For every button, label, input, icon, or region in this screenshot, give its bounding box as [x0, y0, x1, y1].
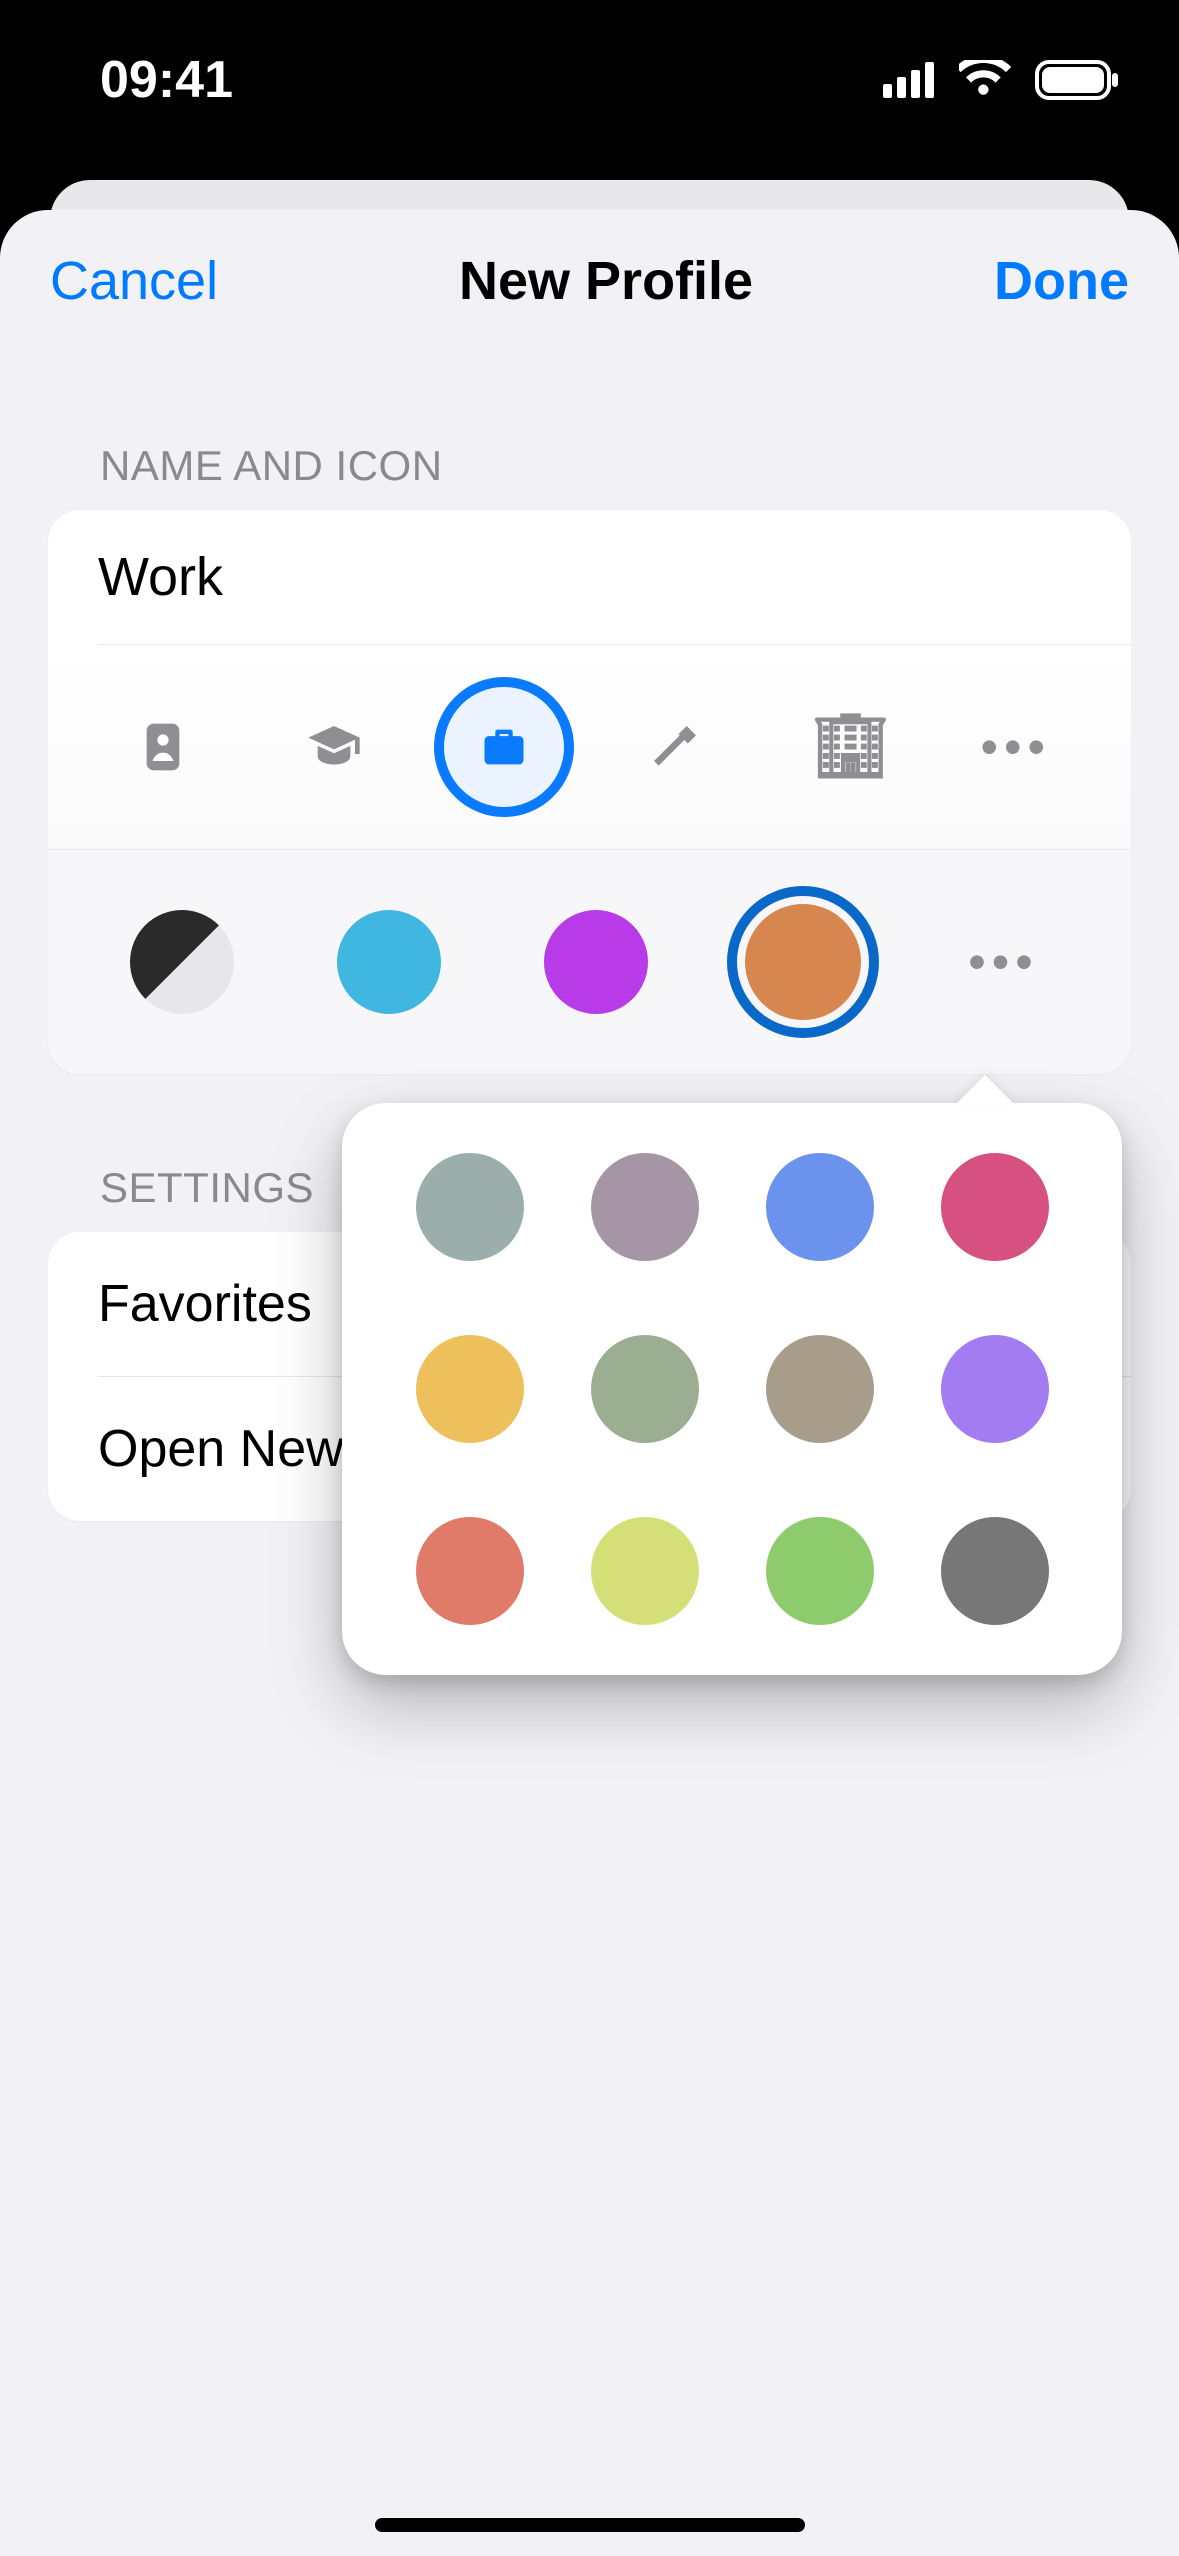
popover-color-9[interactable]: [591, 1517, 699, 1625]
icon-option-badge[interactable]: [93, 677, 233, 817]
popover-color-7[interactable]: [941, 1335, 1049, 1443]
color-option-more[interactable]: •••: [934, 892, 1074, 1032]
page-title: New Profile: [459, 250, 753, 312]
hammer-icon: [647, 719, 703, 775]
ellipsis-icon: •••: [980, 718, 1051, 776]
color-picker-row: •••: [48, 850, 1131, 1074]
home-indicator: [375, 2518, 805, 2532]
popover-color-10[interactable]: [766, 1517, 874, 1625]
color-option-cyan[interactable]: [313, 886, 465, 1038]
icon-option-briefcase[interactable]: [434, 677, 574, 817]
status-bar: 09:41: [0, 0, 1179, 160]
graduation-cap-icon: [306, 719, 362, 775]
popover-color-5[interactable]: [591, 1335, 699, 1443]
nav-bar: Cancel New Profile Done: [0, 210, 1179, 352]
wifi-icon: [959, 60, 1015, 100]
popover-color-8[interactable]: [416, 1517, 524, 1625]
modal-sheet: Cancel New Profile Done NAME AND ICON Wo…: [0, 210, 1179, 2556]
color-swatch: [544, 910, 648, 1014]
battery-icon: [1035, 60, 1119, 100]
icon-option-building[interactable]: 🏢︎: [775, 677, 915, 817]
cellular-icon: [883, 62, 939, 98]
color-option-purple[interactable]: [520, 886, 672, 1038]
color-popover: [342, 1103, 1122, 1675]
name-icon-card: Work 🏢︎ •••: [48, 510, 1131, 1074]
section-header-name-icon: NAME AND ICON: [0, 352, 1179, 510]
popover-color-2[interactable]: [766, 1153, 874, 1261]
cancel-button[interactable]: Cancel: [50, 250, 218, 312]
popover-color-0[interactable]: [416, 1153, 524, 1261]
icon-option-graduation[interactable]: [264, 677, 404, 817]
popover-color-6[interactable]: [766, 1335, 874, 1443]
popover-color-11[interactable]: [941, 1517, 1049, 1625]
color-swatch: [745, 904, 861, 1020]
color-option-bw[interactable]: [106, 886, 258, 1038]
color-swatch: [337, 910, 441, 1014]
icon-option-hammer[interactable]: [605, 677, 745, 817]
popover-color-1[interactable]: [591, 1153, 699, 1261]
briefcase-icon: [478, 721, 530, 773]
status-indicators: [883, 60, 1119, 100]
popover-color-3[interactable]: [941, 1153, 1049, 1261]
color-option-orange[interactable]: [727, 886, 879, 1038]
profile-name-field[interactable]: Work: [48, 510, 1131, 644]
ellipsis-icon: •••: [968, 933, 1039, 991]
status-time: 09:41: [100, 50, 233, 110]
done-button[interactable]: Done: [994, 250, 1129, 312]
popover-color-4[interactable]: [416, 1335, 524, 1443]
icon-picker-row: 🏢︎ •••: [48, 645, 1131, 849]
building-icon: 🏢︎: [811, 716, 880, 778]
bw-swatch-icon: [130, 910, 234, 1014]
icon-option-more[interactable]: •••: [946, 677, 1086, 817]
person-badge-icon: [135, 719, 191, 775]
